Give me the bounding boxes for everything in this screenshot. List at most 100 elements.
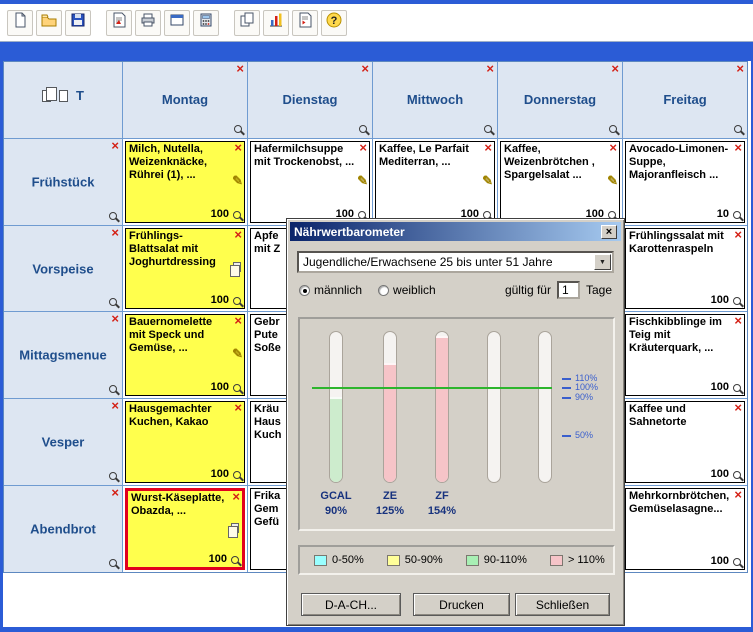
row-header: ×Vesper	[4, 399, 122, 485]
template-button[interactable]: T	[76, 88, 84, 103]
meal-card[interactable]: ×Avocado-Limonen-Suppe, Majoranfleisch .…	[625, 141, 745, 223]
magnifier-icon[interactable]	[109, 298, 117, 306]
magnifier-icon[interactable]	[233, 384, 241, 392]
dialog-titlebar[interactable]: Nährwertbarometer ×	[290, 222, 621, 241]
meal-card[interactable]: ×Frühlings-Blattsalat mit Joghurtdressin…	[125, 228, 245, 309]
copy-icon[interactable]	[231, 523, 239, 533]
meal-card[interactable]: ×Kaffee und Sahnetorte100	[625, 401, 745, 483]
magnifier-icon[interactable]	[109, 385, 117, 393]
weekly-report-button[interactable]	[106, 10, 132, 36]
close-icon[interactable]: ×	[601, 225, 617, 239]
meal-card[interactable]: ×Wurst-Käseplatte, Obazda, ...100	[125, 488, 245, 570]
delete-icon[interactable]: ×	[234, 228, 242, 241]
svg-text:?: ?	[331, 15, 338, 27]
copy-icon[interactable]	[233, 262, 241, 272]
row-header: ×Frühstück	[4, 139, 122, 225]
magnifier-icon[interactable]	[733, 384, 741, 392]
portion-count: 100	[711, 555, 729, 568]
magnifier-icon[interactable]	[109, 212, 117, 220]
gauge-fill	[384, 363, 396, 482]
delete-icon[interactable]: ×	[359, 141, 367, 154]
meal-card[interactable]: ×✎Kaffee, Weizenbrötchen , Spargelsalat …	[500, 141, 620, 223]
copy-week-icon[interactable]	[42, 90, 51, 102]
delete-icon[interactable]: ×	[734, 314, 742, 327]
print-button[interactable]	[135, 10, 161, 36]
delete-icon[interactable]: ×	[234, 141, 242, 154]
close-dialog-button[interactable]: Schließen	[515, 593, 610, 616]
help-button[interactable]: ?	[321, 10, 347, 36]
delete-icon[interactable]: ×	[734, 141, 742, 154]
meal-card[interactable]: ×✎Kaffee, Le Parfait Mediterran, ...100	[375, 141, 495, 223]
legend-label: > 110%	[568, 554, 605, 566]
magnifier-icon[interactable]	[733, 211, 741, 219]
meal-card[interactable]: ×✎Bauernomelette mit Speck und Gemüse, .…	[125, 314, 245, 396]
delete-icon[interactable]: ×	[734, 228, 742, 241]
radio-male[interactable]	[299, 285, 310, 296]
magnifier-icon[interactable]	[231, 556, 239, 564]
magnifier-icon[interactable]	[733, 558, 741, 566]
delete-icon[interactable]: ×	[111, 399, 119, 412]
delete-icon[interactable]: ×	[111, 139, 119, 152]
edit-icon[interactable]: ✎	[607, 174, 618, 187]
meal-card[interactable]: ×Hausgemachter Kuchen, Kakao100	[125, 401, 245, 483]
edit-icon[interactable]: ✎	[232, 174, 243, 187]
delete-icon[interactable]: ×	[236, 62, 244, 75]
day-label: Dienstag	[248, 92, 372, 107]
dach-button[interactable]: D-A-CH...	[301, 593, 401, 616]
magnifier-icon[interactable]	[484, 125, 492, 133]
meal-card[interactable]: ×Mehrkornbrötchen, Gemüselasagne...100	[625, 488, 745, 570]
delete-icon[interactable]: ×	[486, 62, 494, 75]
magnifier-icon[interactable]	[234, 125, 242, 133]
profile-select[interactable]: Jugendliche/Erwachsene 25 bis unter 51 J…	[297, 251, 614, 273]
magnifier-icon[interactable]	[609, 125, 617, 133]
magnifier-icon[interactable]	[734, 125, 742, 133]
meal-card[interactable]: ×✎Milch, Nutella, Weizenknäcke, Rührei (…	[125, 141, 245, 223]
magnifier-icon[interactable]	[733, 471, 741, 479]
nutrition-report-button[interactable]	[292, 10, 318, 36]
edit-icon[interactable]: ✎	[357, 174, 368, 187]
magnifier-icon[interactable]	[733, 297, 741, 305]
meal-card[interactable]: ×Fischkibblinge im Teig mit Kräuterquark…	[625, 314, 745, 396]
delete-icon[interactable]: ×	[234, 314, 242, 327]
row-label: Vorspeise	[4, 261, 122, 276]
save-button[interactable]	[65, 10, 91, 36]
delete-icon[interactable]: ×	[111, 486, 119, 499]
gauge-track	[538, 331, 552, 483]
day-label: Mittwoch	[373, 92, 497, 107]
chevron-down-icon[interactable]: ▼	[594, 254, 611, 270]
magnifier-icon[interactable]	[359, 125, 367, 133]
print-preview-button[interactable]	[164, 10, 190, 36]
copy-plan-button[interactable]	[234, 10, 260, 36]
delete-icon[interactable]: ×	[734, 488, 742, 501]
delete-icon[interactable]: ×	[609, 141, 617, 154]
portion-count: 10	[717, 208, 729, 221]
meal-card[interactable]: ×✎Hafermilchsuppe mit Trockenobst, ...10…	[250, 141, 370, 223]
magnifier-icon[interactable]	[109, 472, 117, 480]
delete-icon[interactable]: ×	[734, 401, 742, 414]
magnifier-icon[interactable]	[233, 211, 241, 219]
delete-icon[interactable]: ×	[111, 312, 119, 325]
delete-icon[interactable]: ×	[361, 62, 369, 75]
delete-icon[interactable]: ×	[484, 141, 492, 154]
meal-card[interactable]: ×Frühlingssalat mit Karottenraspeln100	[625, 228, 745, 309]
magnifier-icon[interactable]	[109, 559, 117, 567]
delete-icon[interactable]: ×	[111, 226, 119, 239]
delete-icon[interactable]: ×	[736, 62, 744, 75]
delete-icon[interactable]: ×	[234, 401, 242, 414]
magnifier-icon[interactable]	[233, 471, 241, 479]
new-plan-icon[interactable]	[59, 90, 68, 102]
edit-icon[interactable]: ✎	[232, 347, 243, 360]
edit-icon[interactable]: ✎	[482, 174, 493, 187]
delete-icon[interactable]: ×	[232, 490, 240, 503]
row-header: ×Abendbrot	[4, 486, 122, 572]
open-plan-button[interactable]	[36, 10, 62, 36]
new-document-button[interactable]	[7, 10, 33, 36]
delete-icon[interactable]: ×	[611, 62, 619, 75]
validity-days-input[interactable]	[557, 281, 580, 299]
statistics-button[interactable]	[263, 10, 289, 36]
radio-female[interactable]	[378, 285, 389, 296]
magnifier-icon[interactable]	[233, 297, 241, 305]
dialog-title: Nährwertbarometer	[294, 225, 405, 239]
print-dialog-button[interactable]: Drucken	[413, 593, 510, 616]
calculator-button[interactable]	[193, 10, 219, 36]
